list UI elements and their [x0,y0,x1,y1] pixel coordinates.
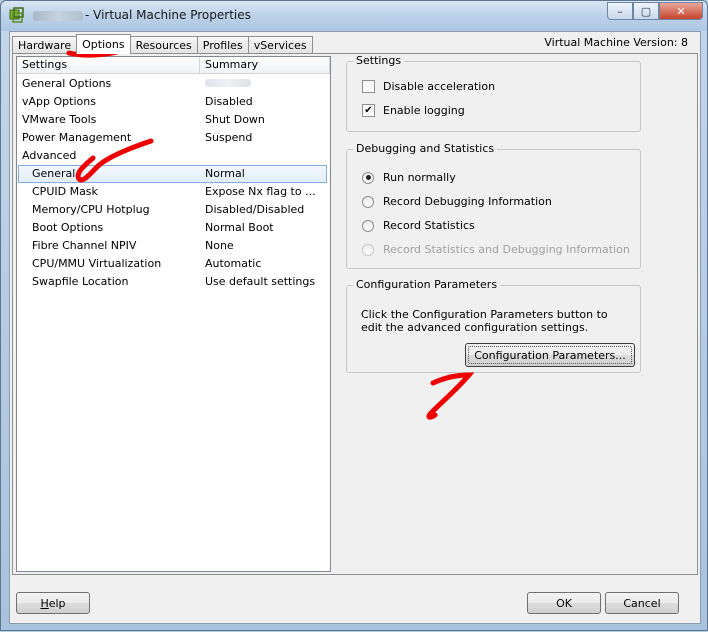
group-label-debugging: Debugging and Statistics [353,142,498,155]
row-setting: VMware Tools [22,113,97,126]
row-summary: Use default settings [205,275,316,288]
list-row-cpu-mmu-virtualization[interactable]: CPU/MMU Virtualization Automatic [17,255,330,273]
row-summary: Suspend [205,131,253,144]
tab-strip: Hardware Options Resources Profiles vSer… [12,34,313,54]
row-setting: General [32,167,76,180]
list-rows: General Options vApp Options Disabled VM… [17,75,330,291]
title-bar[interactable]: - Virtual Machine Properties – ▢ ✕ [1,1,707,31]
debugging-statistics-group: Debugging and Statistics Run normally Re… [346,142,641,269]
record-statistics-label: Record Statistics [383,219,475,232]
list-row-general[interactable]: General Normal [18,165,327,183]
list-row-vmware-tools[interactable]: VMware Tools Shut Down [17,111,330,129]
configuration-note: Click the Configuration Parameters butto… [361,308,608,334]
row-setting: Fibre Channel NPIV [32,239,137,252]
row-setting: Swapfile Location [32,275,129,288]
checkmark-icon: ✔ [364,104,373,116]
enable-logging-label: Enable logging [383,104,465,117]
list-row-cpuid-mask[interactable]: CPUID Mask Expose Nx flag to ... [17,183,330,201]
configuration-parameters-button[interactable]: Configuration Parameters... [465,343,635,367]
window-title: - Virtual Machine Properties [33,8,251,22]
ok-button[interactable]: OK [527,592,601,614]
minimize-button[interactable]: – [607,2,633,20]
help-label: elp [48,596,66,610]
row-summary: Normal Boot [205,221,274,234]
redacted-value [205,79,251,87]
record-statistics-debugging-label: Record Statistics and Debugging Informat… [383,243,630,256]
record-statistics-debugging-option: Record Statistics and Debugging Informat… [362,243,630,256]
row-summary: Shut Down [205,113,265,126]
record-debugging-option[interactable]: Record Debugging Information [362,195,552,208]
group-label-configuration: Configuration Parameters [353,278,501,291]
tab-hardware[interactable]: Hardware [12,36,78,54]
options-tab-panel: Settings Summary General Options vApp Op… [12,53,698,575]
close-icon: ✕ [676,4,686,18]
row-summary: Normal [205,167,245,180]
configuration-parameters-group: Configuration Parameters Click the Confi… [346,278,641,373]
maximize-icon: ▢ [640,4,652,18]
enable-logging-checkbox[interactable]: ✔ [362,104,375,117]
radio-selected-dot [365,175,371,180]
row-setting: vApp Options [22,95,96,108]
dialog-footer: Help OK Cancel [10,578,700,623]
row-summary: Expose Nx flag to ... [205,185,316,198]
list-header: Settings Summary [17,57,330,74]
record-statistics-radio[interactable] [362,219,374,232]
row-summary: None [205,239,234,252]
row-summary: Disabled [205,95,253,108]
record-statistics-option[interactable]: Record Statistics [362,219,475,232]
list-row-power-management[interactable]: Power Management Suspend [17,129,330,147]
group-label-settings: Settings [353,54,405,67]
maximize-button[interactable]: ▢ [633,2,659,20]
list-row-memory-cpu-hotplug[interactable]: Memory/CPU Hotplug Disabled/Disabled [17,201,330,219]
enable-logging-option[interactable]: ✔ Enable logging [362,104,465,117]
cancel-button[interactable]: Cancel [605,592,679,614]
window-controls: – ▢ ✕ [607,2,703,22]
help-mnemonic: H [40,596,49,610]
row-setting: CPUID Mask [32,185,98,198]
list-row-swapfile-location[interactable]: Swapfile Location Use default settings [17,273,330,291]
tab-profiles[interactable]: Profiles [196,36,249,54]
redacted-vm-name [33,10,83,21]
row-setting: CPU/MMU Virtualization [32,257,162,270]
tab-vservices[interactable]: vServices [247,36,313,54]
row-setting: General Options [22,77,112,90]
list-row-fibre-channel-npiv[interactable]: Fibre Channel NPIV None [17,237,330,255]
record-statistics-debugging-radio [362,243,374,256]
tab-resources[interactable]: Resources [129,36,198,54]
row-summary: Automatic [205,257,262,270]
close-button[interactable]: ✕ [659,2,703,20]
disable-acceleration-checkbox[interactable] [362,80,375,93]
list-row-advanced[interactable]: Advanced [17,147,330,165]
list-row-boot-options[interactable]: Boot Options Normal Boot [17,219,330,237]
record-debugging-label: Record Debugging Information [383,195,552,208]
settings-group: Settings Disable acceleration ✔ Enable l… [346,54,641,132]
row-setting: Memory/CPU Hotplug [32,203,150,216]
disable-acceleration-label: Disable acceleration [383,80,496,93]
vm-version-label: Virtual Machine Version: 8 [544,36,688,49]
run-normally-option[interactable]: Run normally [362,171,456,184]
list-row-vapp-options[interactable]: vApp Options Disabled [17,93,330,111]
run-normally-radio[interactable] [362,171,374,184]
row-setting: Advanced [22,149,77,162]
run-normally-label: Run normally [383,171,456,184]
row-setting: Boot Options [32,221,104,234]
properties-window: - Virtual Machine Properties – ▢ ✕ Hardw… [0,0,708,631]
dialog-client-area: Hardware Options Resources Profiles vSer… [9,31,701,624]
help-button[interactable]: Help [16,592,90,614]
row-setting: Power Management [22,131,132,144]
column-header-summary[interactable]: Summary [200,57,330,74]
vsphere-app-icon [9,7,24,23]
disable-acceleration-option[interactable]: Disable acceleration [362,80,495,93]
row-summary: Disabled/Disabled [205,203,305,216]
row-summary-redacted [205,77,251,90]
tab-options[interactable]: Options [76,34,131,54]
column-header-settings[interactable]: Settings [17,57,200,74]
minimize-icon: – [617,4,623,18]
list-row-general-options[interactable]: General Options [17,75,330,93]
settings-list[interactable]: Settings Summary General Options vApp Op… [16,56,331,572]
record-debugging-radio[interactable] [362,195,374,208]
